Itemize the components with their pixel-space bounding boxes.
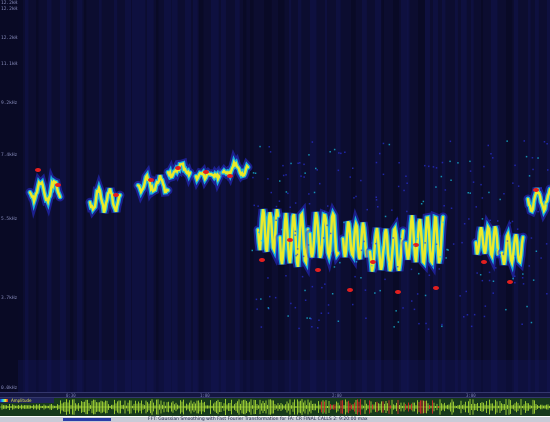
amplitude-legend: Amplitude [0,398,54,403]
color-scale-icon [0,399,8,402]
frequency-tick-label: 9.2kHz [1,101,18,106]
amplitude-label: Amplitude [11,398,32,403]
spectrogram-plot [18,0,550,392]
spectrogram-canvas[interactable] [18,0,550,392]
frequency-tick-label: 0.0kHz [1,386,18,391]
frequency-axis: 12.2kHz 12.2kHz 12.2kHz 11.1kHz 9.2kHz 7… [0,0,20,392]
spectrogram-window: 12.2kHz 12.2kHz 12.2kHz 11.1kHz 9.2kHz 7… [0,0,550,422]
frequency-tick-label: 5.5kHz [1,217,18,222]
waveform-plot [0,399,550,415]
status-progress-bar [63,418,111,421]
status-text: FFT: Gaussian Smoothing with Fast Fourie… [148,417,368,422]
frequency-tick-label: 7.4kHz [1,153,18,158]
waveform-panel[interactable]: Amplitude [0,398,550,416]
status-bar: FFT: Gaussian Smoothing with Fast Fourie… [0,416,550,422]
frequency-tick-label: 3.7kHz [1,296,18,301]
